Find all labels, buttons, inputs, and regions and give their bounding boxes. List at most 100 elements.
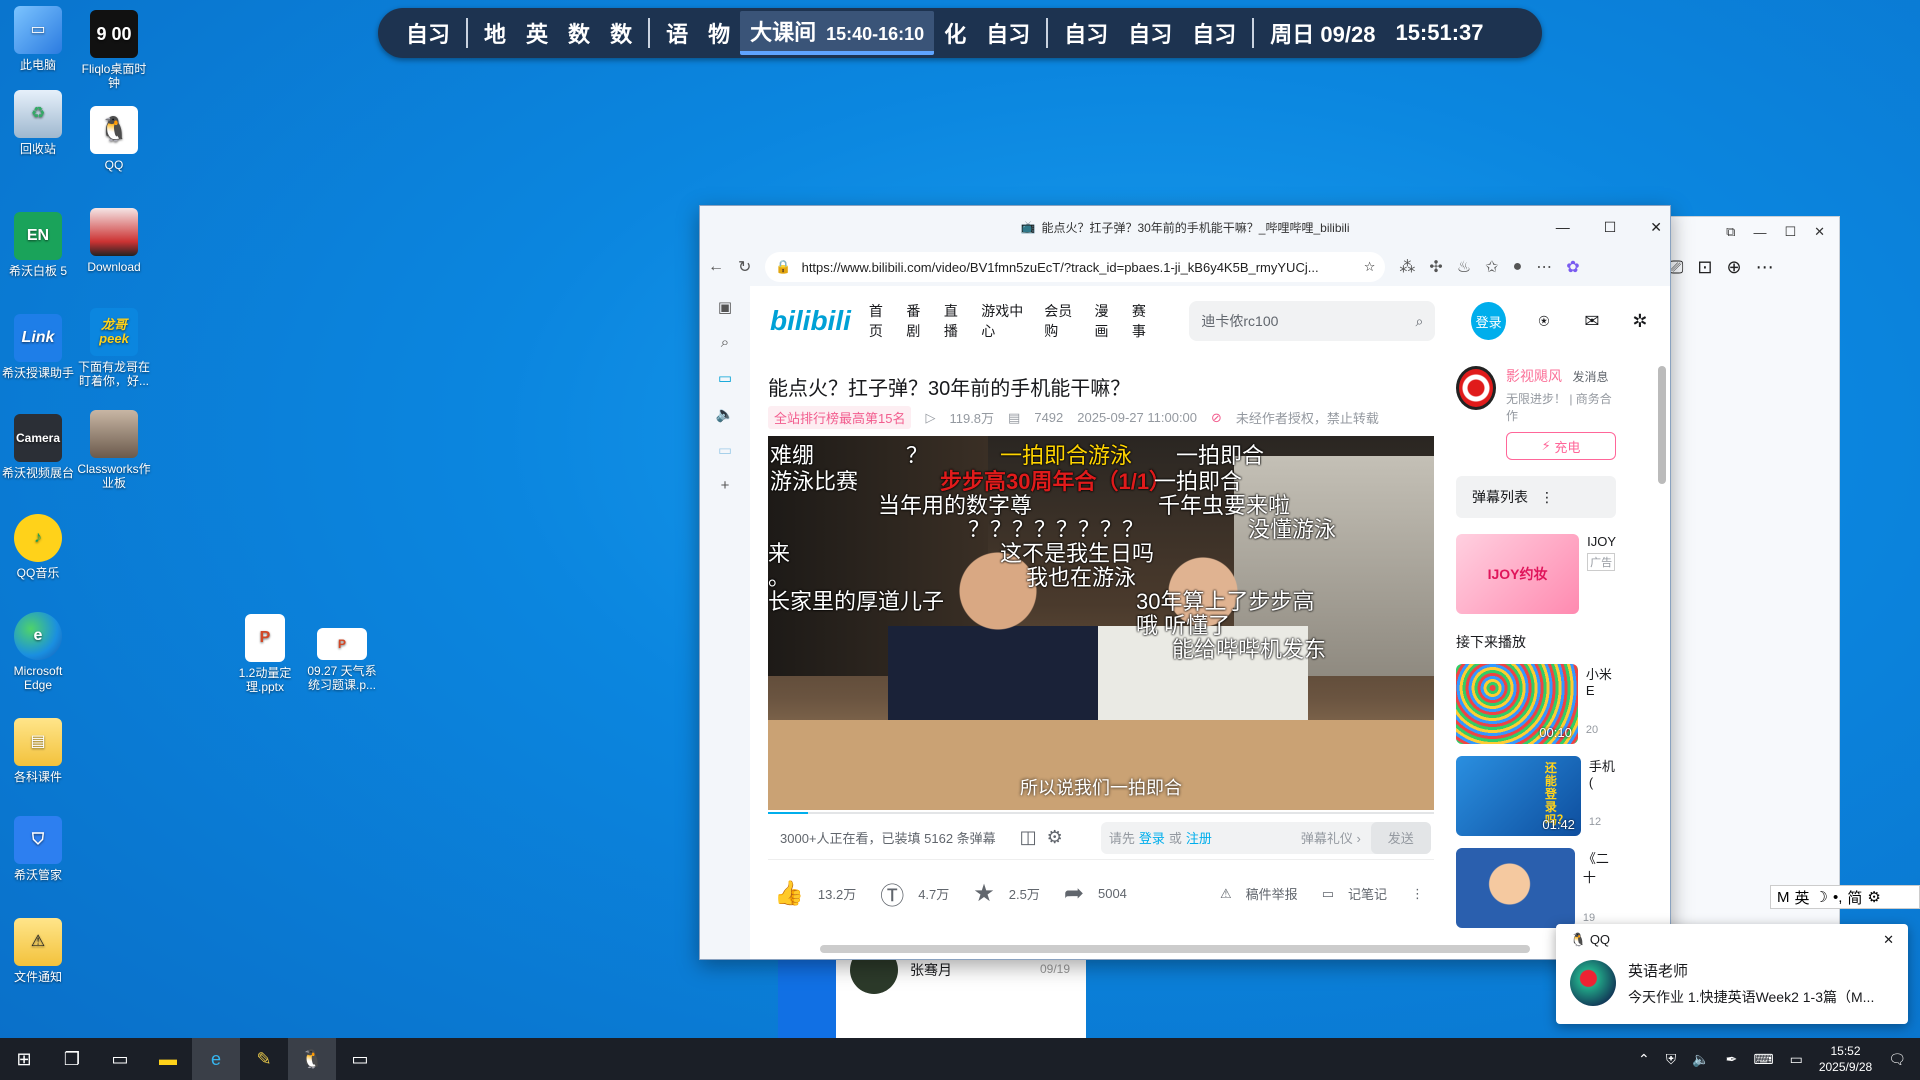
danmaku-toggle-icon[interactable]: ◫ [1020,827,1037,848]
report-link[interactable]: 稿件举报 [1246,884,1298,903]
maximize-icon[interactable]: ☐ [1784,224,1796,240]
danmaku-settings-icon[interactable]: ⚙ [1047,827,1063,848]
file-explorer-icon[interactable]: ▬ [144,1038,192,1080]
shield-icon[interactable]: ⛨ [1666,1051,1677,1068]
refresh-icon[interactable]: ↻ [738,257,751,277]
login-link[interactable]: 登录 [1139,828,1165,847]
nav-home[interactable]: 首页 [869,301,894,341]
close-icon[interactable]: ✕ [1883,932,1894,948]
close-icon[interactable]: ✕ [1814,224,1825,240]
desktop-file-pptx-weather[interactable]: P 09.27 天气系统习题课.p... [304,628,380,692]
desktop-icon-edge[interactable]: e Microsoft Edge [0,612,76,692]
ime-mode[interactable]: M [1777,889,1790,906]
nav-manga[interactable]: 漫画 [1094,301,1119,341]
zoom-in-icon[interactable]: ⊕ [1727,257,1742,278]
search-input[interactable]: 迪卡侬rc100 ⌕ [1189,301,1436,341]
task-view-icon[interactable]: ❐ [48,1038,96,1080]
more-icon[interactable]: ⋯ [1756,257,1774,278]
uploader-avatar[interactable] [1456,366,1496,410]
search-icon[interactable]: ⌕ [1416,313,1424,330]
favorite-star-icon[interactable]: ☆ [1364,259,1376,275]
notes-link[interactable]: 记笔记 [1348,884,1387,903]
rank-badge[interactable]: 全站排行榜最高第15名 [768,406,912,429]
extension-icon[interactable]: ⁂ [1399,257,1415,277]
taskbar-clock[interactable]: 15:52 2025/9/28 [1819,1043,1872,1075]
register-link[interactable]: 注册 [1186,828,1212,847]
video-player[interactable]: 难绷 ？ 一拍即合游泳 一拍即合 游泳比赛 步步高30周年合（1/1） 一拍即合… [768,436,1434,810]
desktop-icon-classworks[interactable]: Classworks作业板 [76,410,152,490]
desktop-icon-seewo-link[interactable]: Link 希沃授课助手 [0,314,76,380]
edge-taskbar-icon[interactable]: e [192,1038,240,1080]
keyboard-icon[interactable]: ⌨ [1753,1051,1773,1068]
dynamic-icon[interactable]: ✲ [1630,310,1650,332]
speaker-icon[interactable]: 🔈 [716,405,735,423]
bilibili-sidebar-icon[interactable]: ▭ [718,441,732,459]
add-icon[interactable]: + [721,477,730,494]
coin-icon[interactable]: Ⓣ [880,876,904,911]
chevron-up-icon[interactable]: ⌃ [1638,1051,1650,1068]
nav-esports[interactable]: 赛事 [1132,301,1157,341]
close-icon[interactable]: ✕ [1650,219,1662,236]
performance-icon[interactable]: ♨ [1457,257,1471,277]
notes-icon[interactable]: ▭ [1322,886,1334,902]
minimize-icon[interactable]: — [1556,219,1570,235]
qq-notification[interactable]: 🐧 QQ ✕ 英语老师 今天作业 1.快捷英语Week2 1-3篇（M... [1556,924,1908,1024]
qq-taskbar-icon[interactable]: 🐧 [288,1038,336,1080]
desktop-icon-this-pc[interactable]: ▭ 此电脑 [0,6,76,72]
gear-icon[interactable]: ⚙ [1867,888,1880,906]
desktop-icon-peek[interactable]: 龙哥 peek 下面有龙哥在盯着你，好... [76,308,152,388]
volume-icon[interactable]: 🔈 [1692,1051,1709,1068]
favorites-icon[interactable]: ✩ [1485,257,1498,277]
display-icon[interactable]: ▭ [1790,1051,1803,1068]
rec-item[interactable]: 还能登录吗？ 01:42 手机( 12 [1456,756,1616,836]
nav-live[interactable]: 直播 [944,301,969,341]
desktop-icon-course-folder[interactable]: ▤ 各科课件 [0,718,76,784]
progress-bar[interactable] [768,812,1434,814]
favorite-icon[interactable]: ★ [973,879,995,908]
nav-game[interactable]: 游戏中心 [981,301,1032,341]
rec-item[interactable]: 00:10 小米E 20 [1456,664,1616,744]
search-icon[interactable]: ⌕ [721,334,729,351]
danmaku-etiquette-link[interactable]: 弹幕礼仪 › [1301,828,1361,847]
login-button[interactable]: 登录 [1471,302,1506,340]
desktop-icon-fliqlo[interactable]: 9 00 Fliqlo桌面时钟 [76,10,152,90]
moon-icon[interactable]: ☽ [1815,888,1828,906]
desktop-icon-seewo-whiteboard[interactable]: EN 希沃白板 5 [0,212,76,278]
charge-button[interactable]: ⚡ 充电 [1506,432,1616,460]
rec-item[interactable]: 《二十 19 [1456,848,1616,928]
profile-icon[interactable]: ● [1513,258,1523,276]
desktop-icon-qq[interactable]: 🐧 QQ [76,106,152,172]
ime-language[interactable]: 英 [1795,887,1810,908]
ad-card[interactable]: IJOY约妆 IJOY 广告 [1456,534,1616,614]
desktop-icon-file-notice[interactable]: ⚠ 文件通知 [0,918,76,984]
pen-icon[interactable]: ✒ [1726,1051,1738,1068]
like-icon[interactable]: 👍 [774,879,804,908]
desktop-icon-seewo-manager[interactable]: ⛉ 希沃管家 [0,816,76,882]
more-icon[interactable]: ⋯ [1536,257,1552,277]
tab-actions-icon[interactable]: ▣ [718,298,732,316]
desktop-icon-qq-music[interactable]: ♪ QQ音乐 [0,514,76,580]
horizontal-scrollbar[interactable] [820,945,1530,953]
desktop-icon-recycle-bin[interactable]: ♻ 回收站 [0,90,76,156]
screen-share-icon[interactable]: ⎚ [1669,257,1683,278]
more-icon[interactable]: ⋮ [1540,489,1554,506]
background-window[interactable]: ⧉ — ☐ ✕ ⎚ ⊡ ⊕ ⋯ [1656,216,1840,936]
edge-browser-window[interactable]: 📺 能点火？扛子弹？30年前的手机能干嘛？_哔哩哔哩_bilibili — ☐ … [699,205,1671,960]
layout-icon[interactable]: ⧉ [1726,224,1735,240]
back-icon[interactable]: ← [708,258,724,276]
nav-shop[interactable]: 会员购 [1044,301,1082,341]
puzzle-icon[interactable]: ✣ [1429,257,1442,277]
report-icon[interactable]: ⚠ [1220,886,1232,902]
danmaku-list-toggle[interactable]: 弹幕列表 ⋮ [1456,476,1616,518]
more-icon[interactable]: ⋮ [1411,886,1424,902]
notification-icon[interactable]: 🗨 [1888,1051,1906,1068]
desktop-icon-download[interactable]: Download [76,208,152,274]
nav-anime[interactable]: 番剧 [906,301,931,341]
maximize-icon[interactable]: ☐ [1604,219,1617,236]
url-text[interactable]: https://www.bilibili.com/video/BV1fmn5zu… [802,260,1354,275]
message-icon[interactable]: ✉ [1582,310,1602,332]
bilibili-logo[interactable]: bilibili [770,305,851,337]
share-icon[interactable]: ➦ [1064,879,1084,908]
bilibili-sidebar-icon[interactable]: ▭ [718,369,732,387]
send-button[interactable]: 发送 [1370,821,1431,854]
